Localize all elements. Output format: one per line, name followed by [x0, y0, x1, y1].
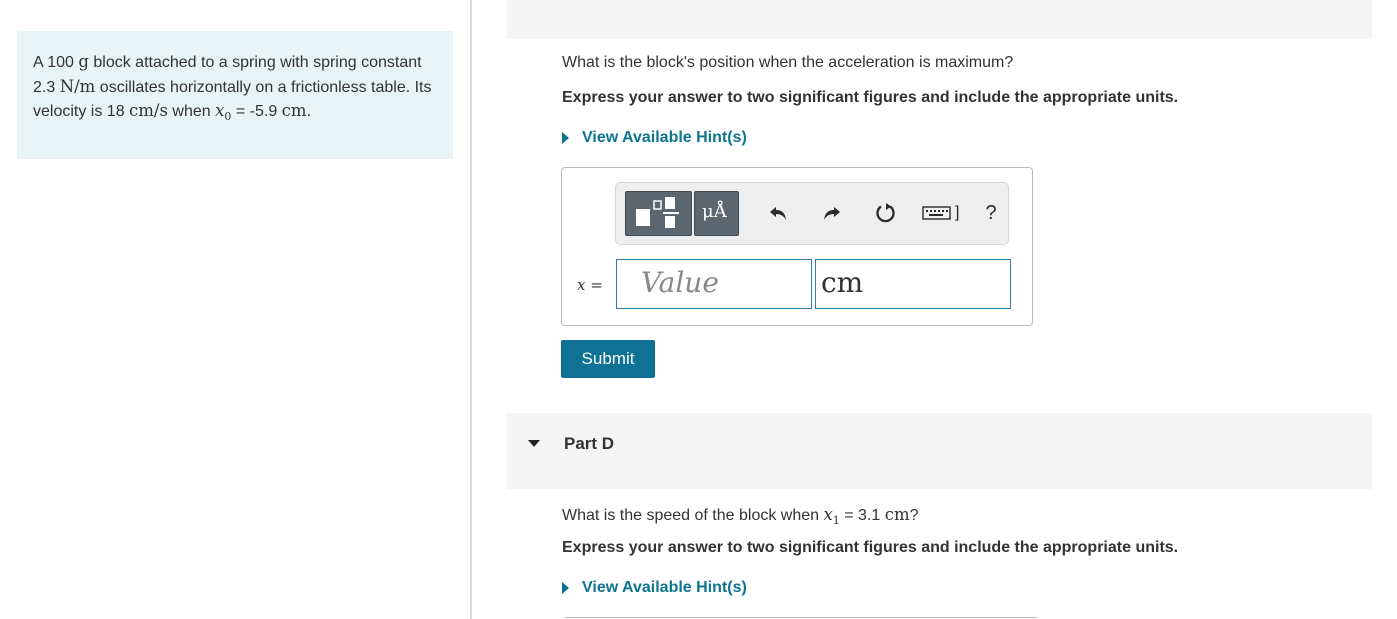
part-c-header-band — [507, 0, 1372, 39]
unit-value: cm — [821, 266, 864, 299]
templates-icon — [636, 197, 679, 228]
problem-statement: A 100 g block attached to a spring with … — [17, 31, 453, 159]
value-input[interactable]: Value — [616, 259, 812, 309]
problem-text: . — [306, 103, 312, 120]
reset-icon[interactable] — [872, 199, 900, 227]
part-d-hints-link[interactable]: View Available Hint(s) — [562, 579, 747, 597]
question-text: ? — [909, 507, 919, 524]
hints-label: View Available Hint(s) — [582, 579, 747, 596]
column-divider — [470, 0, 472, 619]
hints-label: View Available Hint(s) — [582, 129, 747, 146]
x1-symbol: x — [823, 505, 833, 524]
units-label: μÅ — [702, 201, 727, 222]
keyboard-bracket: ] — [955, 204, 960, 221]
units-button[interactable]: μÅ — [694, 191, 739, 236]
question-text: = 3.1 — [839, 507, 885, 524]
part-c-hints-link[interactable]: View Available Hint(s) — [562, 129, 747, 147]
spring-constant-unit: N/m — [59, 76, 96, 96]
x1-subscript: 1 — [832, 514, 840, 528]
caret-right-icon — [562, 582, 569, 594]
part-c-instruction: Express your answer to two significant f… — [562, 89, 1179, 106]
answer-variable-label: x = — [577, 276, 603, 294]
part-d-instruction: Express your answer to two significant f… — [562, 539, 1179, 556]
unit-input[interactable]: cm — [815, 259, 1011, 309]
value-placeholder: Value — [641, 266, 719, 299]
part-d-question: What is the speed of the block when x1 =… — [562, 505, 919, 527]
part-d-header[interactable] — [507, 413, 1372, 489]
x1-unit: cm — [884, 505, 910, 524]
mass-unit: g — [78, 52, 89, 71]
keyboard-icon — [922, 206, 951, 220]
templates-button[interactable] — [625, 191, 692, 236]
problem-text: when — [167, 103, 216, 120]
problem-text: A 100 — [33, 54, 79, 71]
question-text: What is the speed of the block when — [562, 507, 824, 524]
velocity-unit: cm/s — [129, 101, 168, 120]
part-c-question: What is the block's position when the ac… — [562, 54, 1014, 71]
answer-box-top-edge — [565, 617, 1037, 618]
math-toolbar: μÅ ] ? — [615, 182, 1009, 245]
problem-text: = -5.9 — [231, 103, 282, 120]
part-d-title[interactable]: Part D — [564, 434, 614, 454]
undo-icon[interactable] — [764, 199, 792, 227]
redo-icon[interactable] — [818, 199, 846, 227]
x0-unit: cm — [281, 101, 307, 120]
submit-button[interactable]: Submit — [561, 340, 655, 378]
caret-right-icon — [562, 132, 569, 144]
help-icon[interactable]: ? — [977, 199, 1005, 227]
caret-down-icon[interactable] — [528, 440, 540, 447]
keyboard-shortcuts-button[interactable]: ] — [922, 199, 970, 227]
